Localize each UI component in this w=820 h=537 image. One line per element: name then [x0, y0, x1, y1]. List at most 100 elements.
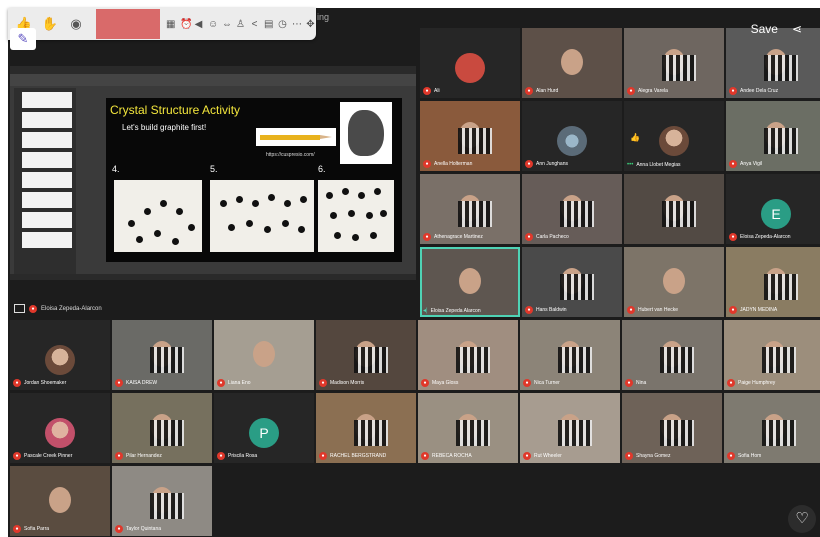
participant-tile[interactable]: ● Nina: [622, 320, 722, 390]
participant-name: Nina: [636, 380, 647, 386]
participant-name: Taylor Quintana: [126, 526, 162, 532]
settings-icon[interactable]: ♙: [236, 19, 245, 30]
app-ribbon: [10, 74, 416, 86]
volume-icon[interactable]: ◀: [194, 19, 203, 30]
screen-share-icon: [14, 304, 25, 313]
participant-tile[interactable]: ● Ann Junghans: [522, 101, 622, 171]
participant-tile[interactable]: ● Shayna Gomez: [622, 393, 722, 463]
participant-tile[interactable]: ● Paige Humphrey: [724, 320, 820, 390]
participant-name: Sofia Parra: [24, 526, 50, 532]
participant-tile[interactable]: ● Alan Hurd: [522, 28, 622, 98]
participant-name: Rut Wheeler: [534, 453, 562, 459]
participant-name: Alan Hurd: [536, 88, 559, 94]
participant-name: Hans Baldwin: [536, 307, 567, 313]
participant-tile[interactable]: ● Andee Dela Cruz: [726, 28, 820, 98]
link-icon[interactable]: <: [250, 19, 259, 30]
participant-name: Ann Junghans: [536, 161, 568, 167]
emoji-icon[interactable]: ☺: [208, 19, 218, 30]
participant-name: RACHEL BERGSTRAND: [330, 453, 387, 459]
window-title-fragment: ing: [317, 12, 330, 22]
floating-toolbar: 👍 ✋ ◉ ▦ ⏰ ◀ ☺ ⇔ ♙ < ▤ ◷ ⋯ ✥: [8, 8, 316, 40]
heart-reaction-button[interactable]: ♡: [788, 505, 816, 533]
participant-tile[interactable]: [624, 174, 724, 244]
slide-thumbnail[interactable]: [22, 92, 72, 108]
mic-muted-icon: ●: [727, 452, 735, 460]
raise-hand-icon[interactable]: ✋: [40, 14, 60, 34]
slide-title: Crystal Structure Activity: [110, 103, 241, 117]
participant-tile[interactable]: ● Hans Baldwin: [522, 247, 622, 317]
participant-tile[interactable]: ● Madison Morris: [316, 320, 416, 390]
participant-tile-active-speaker[interactable]: ◂| Eloisa Zepeda Alarcon: [420, 247, 520, 317]
participant-name: Maya Gloss: [432, 380, 459, 386]
speaking-indicator-icon: ◂|: [423, 308, 428, 314]
participant-tile[interactable]: ● JADYN MEDINA: [726, 247, 820, 317]
participant-tile[interactable]: ● Ali: [420, 28, 520, 98]
mic-muted-icon: ●: [421, 452, 429, 460]
timer-icon[interactable]: ◷: [278, 19, 287, 30]
participant-tile[interactable]: ● Taylor Quintana: [112, 466, 212, 536]
participant-tile[interactable]: ● Liana Eno: [214, 320, 314, 390]
mic-muted-icon: ●: [319, 452, 327, 460]
slide-thumbnail[interactable]: [22, 152, 72, 168]
participant-tile[interactable]: ● Pascale Creek Pinner: [10, 393, 110, 463]
participant-tile[interactable]: ● Nica Turner: [520, 320, 620, 390]
mic-muted-icon: ●: [29, 304, 37, 313]
slide-thumbnails: [14, 88, 76, 274]
more-icon[interactable]: ⋯: [292, 19, 302, 30]
slide-thumbnail[interactable]: [22, 112, 72, 128]
mic-muted-icon: ●: [525, 306, 533, 314]
grid-icon[interactable]: ▤: [264, 19, 273, 30]
alarm-icon[interactable]: ⏰: [180, 19, 192, 30]
participant-tile[interactable]: ● Alegra Varela: [624, 28, 724, 98]
share-icon[interactable]: ⋖: [792, 22, 802, 36]
participant-tile[interactable]: ● Hubert van Hecke: [624, 247, 724, 317]
mic-muted-icon: ●: [625, 379, 633, 387]
share-icon[interactable]: ⇔: [222, 19, 232, 30]
participant-tile[interactable]: ● Rut Wheeler: [520, 393, 620, 463]
mic-muted-icon: ●: [525, 233, 533, 241]
slide-thumbnail[interactable]: [22, 212, 72, 228]
participant-tile[interactable]: ● RACHEL BERGSTRAND: [316, 393, 416, 463]
participant-name: Sofia Hom: [738, 453, 762, 459]
slide-thumbnail[interactable]: [22, 132, 72, 148]
save-button[interactable]: Save: [751, 22, 778, 36]
participant-tile[interactable]: ● KAISA DREW: [112, 320, 212, 390]
pen-icon[interactable]: ✎: [10, 28, 36, 50]
slide-thumbnail[interactable]: [22, 232, 72, 248]
move-icon[interactable]: ✥: [306, 19, 315, 30]
participant-name: Pilar Hernandez: [126, 453, 162, 459]
participant-tile[interactable]: ● Carla Pacheco: [522, 174, 622, 244]
participant-name: Ali: [434, 88, 440, 94]
participant-tile[interactable]: P ● Priscila Rosa: [214, 393, 314, 463]
slide-url: https://cuspresio.com/: [266, 152, 315, 158]
participant-tile[interactable]: ● Maya Gloss: [418, 320, 518, 390]
participant-name: Jordan Shoemaker: [24, 380, 67, 386]
calendar-icon[interactable]: ▦: [166, 19, 175, 30]
participant-tile[interactable]: ● Anella Holterman: [420, 101, 520, 171]
presenter-thumbnail[interactable]: [96, 9, 160, 39]
participant-tile[interactable]: E ● Eloisa Zepeda-Alarcon: [726, 174, 820, 244]
mic-muted-icon: ●: [115, 452, 123, 460]
participant-name: JADYN MEDINA: [740, 307, 778, 313]
participant-name: Liana Eno: [228, 380, 251, 386]
participant-name: Eloisa Zepeda-Alarcon: [740, 234, 791, 240]
model-photo: [210, 180, 314, 252]
participant-tile[interactable]: ● REBECA ROCHA: [418, 393, 518, 463]
participant-tile[interactable]: ● Athenagrace Martinez: [420, 174, 520, 244]
slide-thumbnail[interactable]: [22, 172, 72, 188]
participant-tile[interactable]: ● Jordan Shoemaker: [10, 320, 110, 390]
participant-tile[interactable]: ● Sofia Parra: [10, 466, 110, 536]
participant-tile[interactable]: ● Sofia Hom: [724, 393, 820, 463]
participant-name: Andee Dela Cruz: [740, 88, 779, 94]
thumbs-up-icon: 👍: [630, 133, 640, 142]
participant-tile[interactable]: ● Pilar Hernandez: [112, 393, 212, 463]
record-icon[interactable]: ◉: [66, 14, 86, 34]
slide-thumbnail[interactable]: [22, 192, 72, 208]
participant-name: Eloisa Zepeda Alarcon: [430, 307, 481, 314]
step-number: 6.: [318, 164, 326, 174]
mic-muted-icon: ●: [729, 233, 737, 241]
participant-tile[interactable]: ● Anya Vigil: [726, 101, 820, 171]
participant-tile[interactable]: 👍 ••• Anna Llobet Megias: [624, 101, 724, 171]
mic-muted-icon: ●: [523, 379, 531, 387]
pencil-image: [256, 128, 336, 146]
